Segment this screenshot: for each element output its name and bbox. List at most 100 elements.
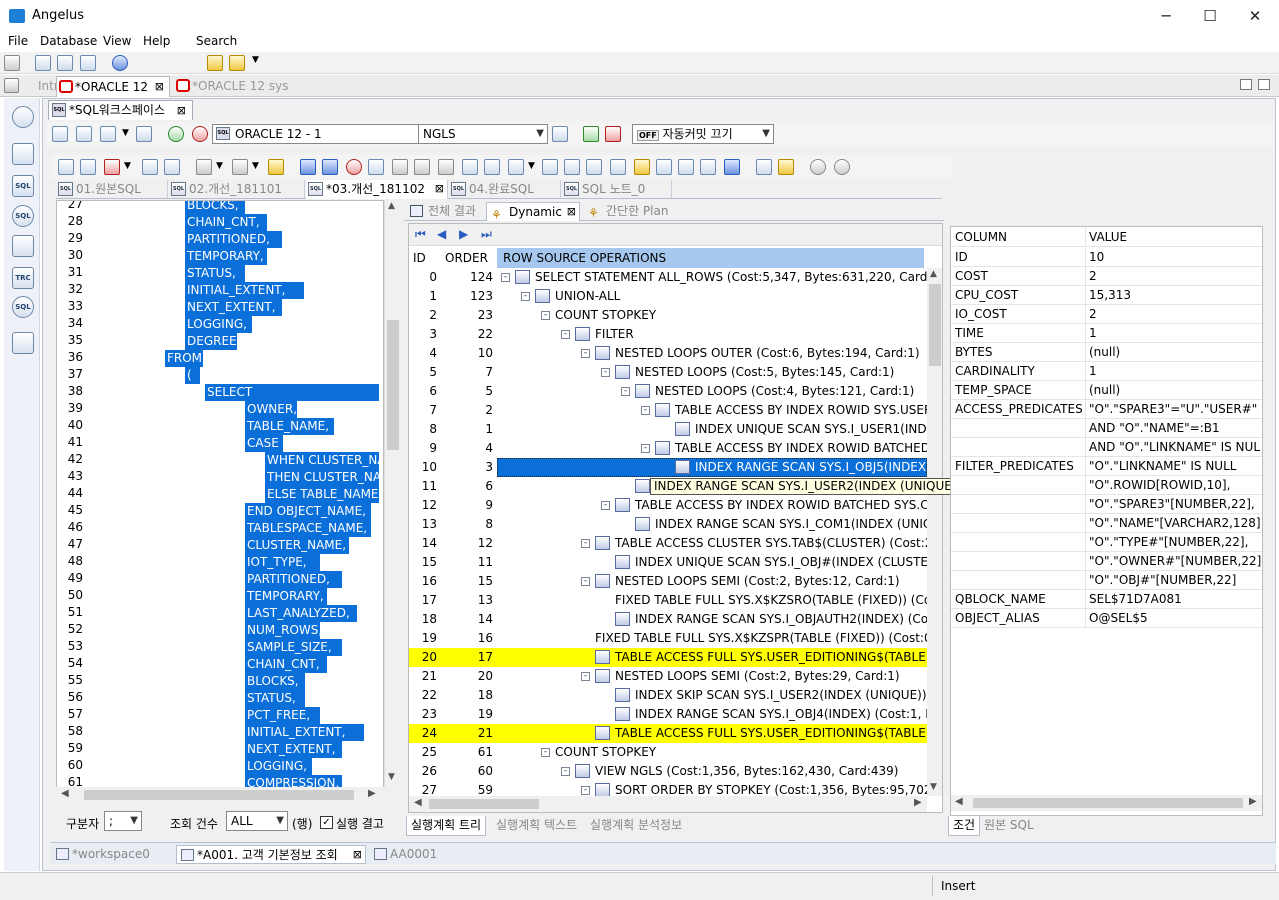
sql-editor[interactable]: 27 BLOCKS, 28 CHAIN_CNT, 29 PARTITIONED, 30 TEM… — [56, 200, 384, 800]
last-icon[interactable]: ⏭ — [481, 227, 492, 242]
scroll-right-icon[interactable]: ▶ — [1249, 796, 1257, 807]
connect-icon[interactable] — [168, 126, 184, 142]
property-row[interactable]: "O"."SPARE3"[NUMBER,22], — [951, 495, 1262, 514]
plan-row[interactable]: 20 17 TABLE ACCESS FULL SYS.USER_EDITIONIN… — [409, 648, 927, 667]
property-row[interactable]: "O"."NAME"[VARCHAR2,128], — [951, 514, 1262, 533]
add-col-icon[interactable] — [700, 159, 716, 175]
property-row[interactable]: "O"."TYPE#"[NUMBER,22], — [951, 533, 1262, 552]
disconnect-icon[interactable] — [192, 126, 208, 142]
format-icon[interactable] — [142, 159, 158, 175]
open-folder-icon[interactable] — [207, 55, 223, 71]
db-info-icon[interactable] — [12, 106, 34, 128]
autocommit-select[interactable]: OFF 자동커밋 끄기 ▼ — [632, 124, 774, 144]
property-row[interactable]: IO_COST 2 — [951, 305, 1262, 324]
settings-icon[interactable] — [810, 159, 826, 175]
close-button[interactable]: ✕ — [1233, 4, 1277, 28]
scroll-thumb[interactable] — [387, 320, 399, 450]
property-row[interactable]: QBLOCK_NAME SEL$71D7A081 — [951, 590, 1262, 609]
scroll-up-icon[interactable]: ▲ — [930, 269, 937, 279]
collapse-toggle-icon[interactable]: - — [581, 672, 590, 681]
tools-icon[interactable] — [232, 159, 248, 175]
scroll-up-icon[interactable]: ▲ — [388, 201, 395, 211]
scroll-left-icon[interactable]: ◀ — [61, 788, 69, 799]
scroll-thumb[interactable] — [84, 790, 354, 800]
properties-icon[interactable] — [136, 126, 152, 142]
run-icon[interactable] — [322, 159, 338, 175]
col-header-value[interactable]: VALUE — [1089, 227, 1261, 247]
uppercase-icon[interactable] — [542, 159, 558, 175]
chevron-down-icon[interactable]: ▼ — [122, 128, 129, 138]
collapse-toggle-icon[interactable]: - — [561, 767, 570, 776]
collapse-toggle-icon[interactable]: - — [641, 406, 650, 415]
settings-close-icon[interactable] — [834, 159, 850, 175]
collapse-toggle-icon[interactable]: - — [601, 501, 610, 510]
chevron-down-icon[interactable]: ▼ — [252, 55, 259, 65]
editor-vertical-scrollbar[interactable]: ▲ ▼ — [384, 200, 400, 786]
plan-row[interactable]: 10 3 INDEX RANGE SCAN SYS.I_OBJ5(INDEX (UN… — [409, 458, 927, 477]
plan-row[interactable]: 15 11 INDEX UNIQUE SCAN SYS.I_OBJ#(INDEX (… — [409, 553, 927, 572]
highlight-icon[interactable] — [634, 159, 650, 175]
trc-icon[interactable]: TRC — [12, 267, 34, 289]
plan-row[interactable]: 26 60 - VIEW NGLS (Cost:1,356, Bytes:162,43… — [409, 762, 927, 781]
check-icon[interactable] — [778, 159, 794, 175]
count-select[interactable]: ALL ▼ — [226, 811, 288, 831]
property-row[interactable]: FILTER_PREDICATES "O"."LINKNAME" IS NULL — [951, 457, 1262, 476]
bind-icon[interactable] — [164, 159, 180, 175]
list-view-icon[interactable] — [508, 159, 524, 175]
tab-oracle-12[interactable]: *ORACLE 12 ⊠ — [56, 76, 170, 97]
find-icon[interactable] — [756, 159, 772, 175]
history-icon[interactable] — [196, 159, 212, 175]
database-icon[interactable] — [4, 55, 20, 71]
tab-a001[interactable]: *A001. 고객 기본정보 조회 ⊠ — [176, 845, 366, 864]
property-row[interactable]: ID 10 — [951, 248, 1262, 267]
editor-horizontal-scrollbar[interactable]: ◀ ▶ — [56, 787, 400, 803]
plan-row[interactable]: 3 22 - FILTER — [409, 325, 927, 344]
tab-original-sql-view[interactable]: 원본 SQL — [980, 816, 1038, 836]
plan-row[interactable]: 0 124- SELECT STATEMENT ALL_ROWS (Cost:5,3… — [409, 268, 927, 287]
trace-icon[interactable] — [392, 159, 408, 175]
property-row[interactable]: CARDINALITY 1 — [951, 362, 1262, 381]
plan-row[interactable]: 14 12 - TABLE ACCESS CLUSTER SYS.TAB$(CLUST… — [409, 534, 927, 553]
tab-sql-note[interactable]: SQL SQL 노트_0 — [562, 180, 672, 199]
collapse-toggle-icon[interactable]: - — [581, 577, 590, 586]
sql-icon[interactable]: SQL — [12, 175, 34, 197]
export-icon[interactable] — [80, 55, 96, 71]
collapse-toggle-icon[interactable]: - — [541, 311, 550, 320]
tab-plan-analysis[interactable]: 실행계획 분석정보 — [586, 816, 686, 836]
table-icon[interactable] — [12, 235, 34, 257]
property-row[interactable]: "O"."OBJ#"[NUMBER,22] — [951, 571, 1262, 590]
collapse-toggle-icon[interactable]: - — [621, 387, 630, 396]
property-row[interactable]: TEMP_SPACE (null) — [951, 381, 1262, 400]
stop-icon[interactable] — [346, 159, 362, 175]
minimize-button[interactable]: ─ — [1144, 4, 1188, 28]
property-row[interactable]: OBJECT_ALIAS O@SEL$5 — [951, 609, 1262, 628]
delimiter-select[interactable]: ; ▼ — [104, 811, 142, 831]
property-row[interactable]: COST 2 — [951, 267, 1262, 286]
tab-all-results[interactable]: 전체 결과 — [406, 202, 484, 221]
list-icon[interactable] — [438, 159, 454, 175]
first-icon[interactable]: ⏮ — [415, 227, 426, 242]
col-header-column[interactable]: COLUMN — [955, 227, 1085, 247]
sql-file-icon[interactable] — [57, 55, 73, 71]
sql-sheet-icon[interactable] — [35, 55, 51, 71]
menu-view[interactable]: View — [103, 34, 131, 48]
rollback-icon[interactable] — [605, 126, 621, 142]
collapse-toggle-icon[interactable]: - — [581, 539, 590, 548]
tab-dynamic[interactable]: ⚘ Dynamic ⊠ — [486, 202, 580, 222]
compare-icon[interactable] — [12, 332, 34, 354]
scroll-left-icon[interactable]: ◀ — [955, 796, 963, 807]
col-header-id[interactable]: ID — [413, 248, 441, 268]
chevron-down-icon[interactable]: ▼ — [124, 161, 131, 171]
schema-select[interactable]: NGLS ▼ — [418, 124, 548, 144]
tab-conditions[interactable]: 조건 — [948, 816, 981, 836]
property-row[interactable]: TIME 1 — [951, 324, 1262, 343]
scroll-thumb[interactable] — [973, 798, 1243, 808]
plan-row[interactable]: 1 123 - UNION-ALL — [409, 287, 927, 306]
menu-search[interactable]: Search — [196, 34, 237, 48]
sql-search-icon[interactable]: SQL — [12, 296, 34, 318]
refresh-schema-icon[interactable] — [552, 126, 568, 142]
menu-help[interactable]: Help — [143, 34, 170, 48]
split-icon[interactable] — [656, 159, 672, 175]
scroll-right-icon[interactable]: ▶ — [914, 797, 922, 808]
col-header-operations[interactable]: ROW SOURCE OPERATIONS — [497, 248, 924, 268]
